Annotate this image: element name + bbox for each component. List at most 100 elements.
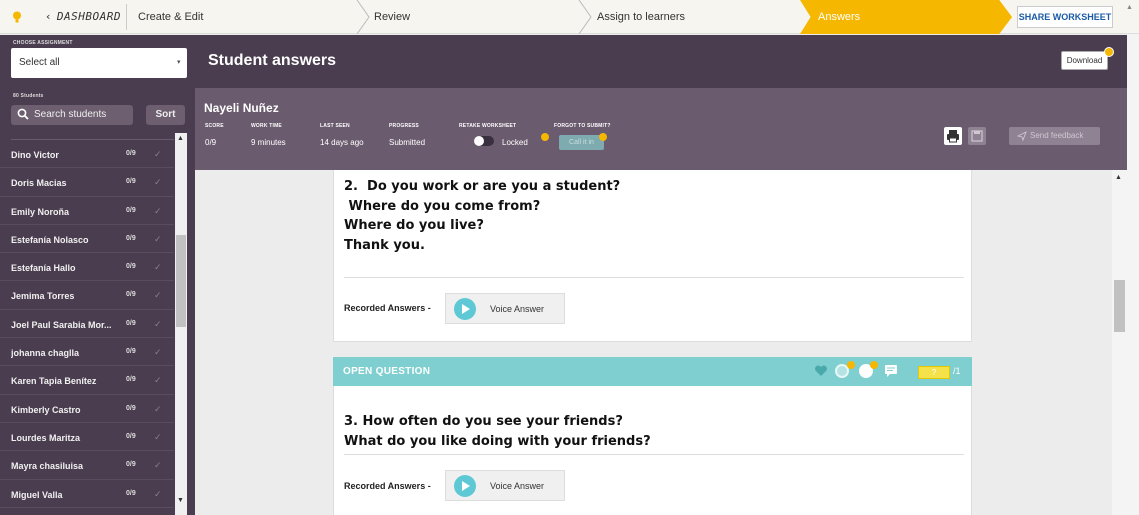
scroll-down-arrow-icon[interactable]: ▼ xyxy=(177,497,184,504)
work-time-label: WORK TIME xyxy=(251,123,282,129)
recorded-answers-label: Recorded Answers - xyxy=(344,481,431,491)
list-item[interactable]: Lourdes Maritza 0/9 ✓ xyxy=(0,423,174,452)
list-item[interactable]: Dino Victor 0/9 ✓ xyxy=(0,140,174,169)
student-score: 0/9 xyxy=(126,206,136,214)
dashboard-label: DASHBOARD xyxy=(56,10,122,23)
scrollbar-thumb[interactable] xyxy=(176,235,186,327)
check-icon: ✓ xyxy=(154,431,162,442)
student-score: 0/9 xyxy=(126,432,136,440)
tab-answers-label: Answers xyxy=(818,11,861,23)
check-icon: ✓ xyxy=(154,233,162,244)
student-name: Lourdes Maritza xyxy=(11,432,81,443)
page-scrollbar[interactable] xyxy=(1127,34,1139,515)
list-item[interactable]: Karen Tapia Benítez 0/9 ✓ xyxy=(0,366,174,395)
tab-create-edit[interactable]: Create & Edit xyxy=(138,11,203,23)
students-count-label: 80 Students xyxy=(13,93,44,99)
send-feedback-label: Send feedback xyxy=(1030,131,1084,140)
check-icon: ✓ xyxy=(154,488,162,499)
student-sidebar: CHOOSE ASSIGNMENT Select all ▾ 80 Studen… xyxy=(0,35,195,515)
scrollbar-thumb[interactable] xyxy=(1114,280,1125,332)
question-card: 3. How often do you see your friends? Wh… xyxy=(333,386,972,515)
student-name: Karen Tapia Benítez xyxy=(11,376,97,387)
save-button[interactable] xyxy=(968,127,986,145)
list-item[interactable]: Estefanía Nolasco 0/9 ✓ xyxy=(0,225,174,254)
student-score: 0/9 xyxy=(126,291,136,299)
list-item[interactable]: Doris Macias 0/9 ✓ xyxy=(0,168,174,197)
premium-coin-icon xyxy=(847,361,855,369)
student-name: Mayra chasiluisa xyxy=(11,461,84,472)
answers-header: Student answers Download xyxy=(195,35,1127,88)
retake-toggle[interactable] xyxy=(474,136,494,146)
student-score: 0/9 xyxy=(126,150,136,157)
question-card: 2. Do you work or are you a student? Whe… xyxy=(333,170,972,342)
list-item[interactable]: Mayra chasiluisa 0/9 ✓ xyxy=(0,451,174,480)
student-list: Dino Victor 0/9 ✓ Doris Macias 0/9 ✓ Emily N… xyxy=(0,140,174,515)
search-placeholder: Search students xyxy=(34,109,107,120)
student-list-scrollbar[interactable]: ▲ ▼ xyxy=(175,133,187,515)
premium-coin-icon xyxy=(541,133,549,141)
floppy-disk-icon xyxy=(971,130,983,142)
comment-icon[interactable] xyxy=(884,364,898,378)
chevron-left-icon: ‹ xyxy=(46,10,51,23)
student-score: 0/9 xyxy=(126,319,136,327)
check-icon: ✓ xyxy=(154,177,162,188)
sort-button[interactable]: Sort xyxy=(146,105,185,125)
forgot-to-submit-label: FORGOT TO SUBMIT? xyxy=(554,123,611,129)
points-input[interactable]: ? xyxy=(918,366,950,379)
voice-answer-button[interactable]: Voice Answer xyxy=(445,293,565,324)
dashboard-back-link[interactable]: ‹ DASHBOARD xyxy=(46,10,121,23)
student-info-bar: Nayeli Nuñez SCORE 0/9 WORK TIME 9 minut… xyxy=(195,88,1127,170)
assignment-select-value: Select all xyxy=(19,57,60,68)
student-name-title: Nayeli Nuñez xyxy=(204,101,279,115)
list-item[interactable]: Jemima Torres 0/9 ✓ xyxy=(0,281,174,310)
call-it-in-button[interactable]: Call it in xyxy=(559,135,604,150)
score-label: SCORE xyxy=(205,123,224,129)
answers-content: 2. Do you work or are you a student? Whe… xyxy=(195,170,1127,515)
student-name: Jemima Torres xyxy=(11,291,75,302)
list-item[interactable]: Emily Noroña 0/9 ✓ xyxy=(0,197,174,225)
tab-answers[interactable]: Answers xyxy=(800,0,1012,34)
progress-value: Submitted xyxy=(389,138,426,147)
student-score: 0/9 xyxy=(126,178,136,186)
tab-review[interactable]: Review xyxy=(374,11,410,23)
student-score: 0/9 xyxy=(126,263,136,271)
voice-answer-label: Voice Answer xyxy=(490,481,545,491)
progress-label: PROGRESS xyxy=(389,123,419,129)
voice-answer-button[interactable]: Voice Answer xyxy=(445,470,565,501)
step-arrow-icon xyxy=(356,0,370,34)
list-item[interactable]: Kimberly Castro 0/9 ✓ xyxy=(0,395,174,423)
scroll-up-arrow-icon[interactable]: ▲ xyxy=(1115,174,1122,181)
list-item[interactable]: Estefanía Hallo 0/9 ✓ xyxy=(0,253,174,282)
premium-crown-icon xyxy=(1104,47,1114,57)
check-icon: ✓ xyxy=(154,403,162,414)
student-name: Miguel Valla xyxy=(11,489,63,500)
list-item[interactable]: Joel Paul Sarabia Mor... 0/9 ✓ xyxy=(0,310,174,339)
download-button[interactable]: Download xyxy=(1061,51,1108,70)
open-question-title: OPEN QUESTION xyxy=(343,366,431,377)
student-name: Dino Victor xyxy=(11,150,59,160)
search-students-input[interactable]: Search students xyxy=(11,105,133,125)
scroll-up-arrow-icon[interactable]: ▲ xyxy=(177,135,184,142)
check-icon: ✓ xyxy=(154,375,162,386)
content-scrollbar[interactable]: ▲ xyxy=(1112,170,1127,515)
question-text: 2. Do you work or are you a student? Whe… xyxy=(344,179,621,253)
check-icon: ✓ xyxy=(154,262,162,273)
tab-assign-to-learners[interactable]: Assign to learners xyxy=(597,11,685,23)
list-item[interactable]: Miguel Valla 0/9 ✓ xyxy=(0,480,174,508)
page-title: Student answers xyxy=(208,52,337,69)
choose-assignment-label: CHOOSE ASSIGNMENT xyxy=(13,40,73,46)
check-icon: ✓ xyxy=(154,460,162,471)
share-worksheet-button[interactable]: SHARE WORKSHEET xyxy=(1017,6,1113,28)
last-seen-label: LAST SEEN xyxy=(320,123,350,129)
work-time-value: 9 minutes xyxy=(251,138,286,147)
retake-status: Locked xyxy=(502,138,528,147)
scroll-up-arrow-icon[interactable]: ▲ xyxy=(1126,4,1133,11)
list-item[interactable]: johanna chaglla 0/9 ✓ xyxy=(0,338,174,367)
print-button[interactable] xyxy=(944,127,962,145)
check-icon: ✓ xyxy=(154,347,162,358)
send-feedback-button[interactable]: Send feedback xyxy=(1009,127,1100,145)
assignment-select[interactable]: Select all ▾ xyxy=(11,48,187,78)
nav-divider xyxy=(126,4,127,30)
recorded-answers-label: Recorded Answers - xyxy=(344,303,431,313)
heart-icon[interactable] xyxy=(814,364,828,378)
